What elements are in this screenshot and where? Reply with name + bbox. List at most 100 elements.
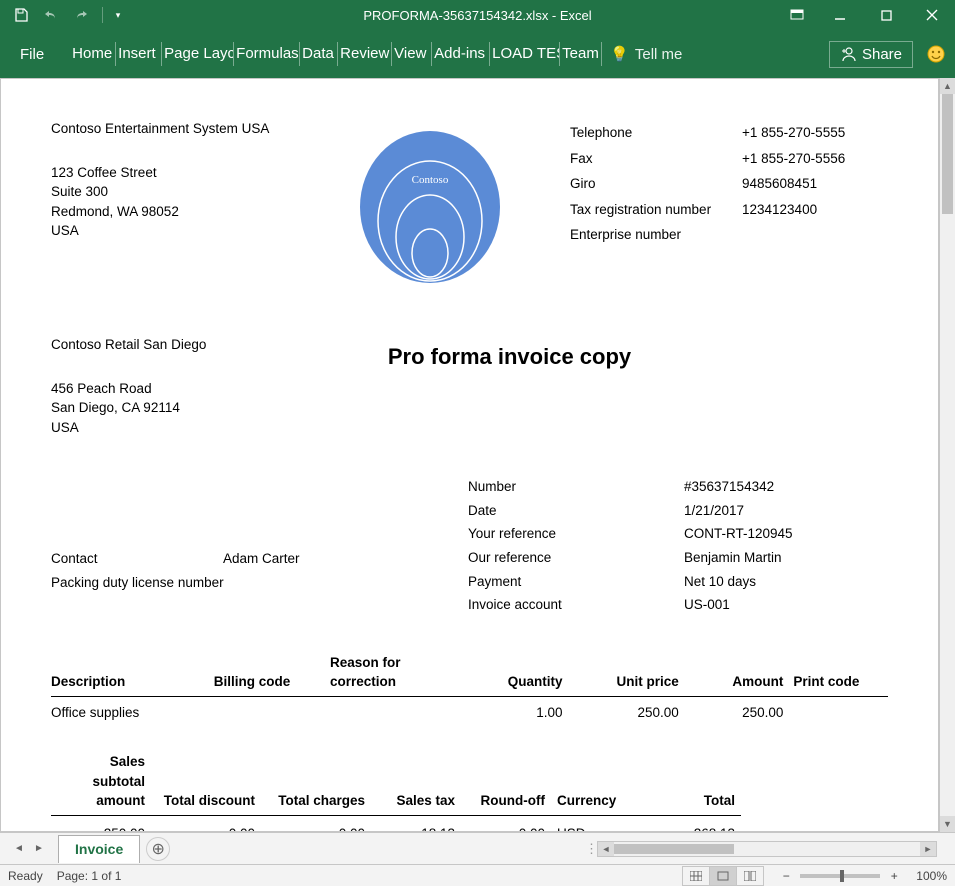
status-page: Page: 1 of 1 bbox=[57, 869, 122, 883]
window-controls bbox=[777, 0, 955, 30]
minimize-button[interactable] bbox=[817, 0, 863, 30]
tab-team[interactable]: Team bbox=[560, 42, 602, 66]
page-break-view-button[interactable] bbox=[736, 866, 764, 886]
td-sales-subtotal: 250.00 bbox=[51, 816, 151, 833]
zoom-controls: − + 100% bbox=[778, 869, 947, 883]
taxreg-label: Tax registration number bbox=[570, 198, 740, 222]
tab-view[interactable]: View bbox=[392, 42, 432, 66]
ourref-value: Benjamin Martin bbox=[684, 548, 782, 568]
th-round-off: Round-off bbox=[461, 750, 551, 815]
scroll-up-button[interactable]: ▲ bbox=[940, 78, 955, 94]
meta-right-block: Number#35637154342 Date1/21/2017 Your re… bbox=[468, 477, 888, 618]
vertical-scrollbar[interactable]: ▲ ▼ bbox=[939, 78, 955, 832]
item-reason bbox=[330, 696, 458, 722]
contact-label: Contact bbox=[51, 549, 223, 569]
payment-value: Net 10 days bbox=[684, 572, 756, 592]
redo-button[interactable] bbox=[68, 2, 94, 28]
sheet-tab-invoice[interactable]: Invoice bbox=[58, 835, 140, 863]
number-value: #35637154342 bbox=[684, 477, 774, 497]
company-country: USA bbox=[51, 221, 291, 241]
sheet-nav-prev[interactable]: ◄ bbox=[10, 840, 28, 858]
contact-value: Adam Carter bbox=[223, 549, 300, 569]
tab-formulas[interactable]: Formulas bbox=[234, 42, 300, 66]
zoom-out-button[interactable]: − bbox=[778, 869, 794, 883]
tab-insert[interactable]: Insert bbox=[116, 42, 162, 66]
hscroll-thumb[interactable] bbox=[614, 844, 734, 854]
feedback-smiley-icon[interactable] bbox=[923, 41, 949, 67]
sheet-nav-next[interactable]: ► bbox=[30, 840, 48, 858]
scroll-down-button[interactable]: ▼ bbox=[940, 816, 955, 832]
new-sheet-button[interactable]: ⊕ bbox=[146, 837, 170, 861]
totals-row: 250.00 0.00 0.00 18.13 0.00 USD 268.13 bbox=[51, 816, 741, 833]
payment-label: Payment bbox=[468, 572, 684, 592]
telephone-label: Telephone bbox=[570, 121, 740, 145]
scroll-right-button[interactable]: ► bbox=[920, 842, 936, 856]
ribbon-tabs: Home Insert Page Layc Formulas Data Revi… bbox=[66, 30, 602, 78]
th-sales-subtotal: Sales subtotal amount bbox=[51, 750, 151, 815]
telephone-value: +1 855-270-5555 bbox=[742, 121, 886, 145]
col-reason: Reason for correction bbox=[330, 653, 458, 697]
tab-page-layout[interactable]: Page Layc bbox=[162, 42, 234, 66]
fax-value: +1 855-270-5556 bbox=[742, 147, 886, 171]
contact-block: Telephone+1 855-270-5555 Fax+1 855-270-5… bbox=[568, 119, 888, 289]
zoom-level[interactable]: 100% bbox=[916, 869, 947, 883]
table-row: Office supplies 1.00 250.00 250.00 bbox=[51, 696, 888, 722]
company-city-state-zip: Redmond, WA 98052 bbox=[51, 202, 291, 222]
th-currency: Currency bbox=[551, 750, 631, 815]
item-amount: 250.00 bbox=[679, 696, 784, 722]
col-quantity: Quantity bbox=[458, 653, 563, 697]
sheet-area[interactable]: Contoso Entertainment System USA 123 Cof… bbox=[0, 78, 939, 832]
quick-access-toolbar: ▾ bbox=[0, 2, 125, 28]
zoom-slider[interactable] bbox=[800, 874, 880, 878]
page-layout-view-button[interactable] bbox=[709, 866, 737, 886]
view-buttons bbox=[683, 866, 764, 886]
td-sales-tax: 18.13 bbox=[371, 816, 461, 833]
vscroll-track[interactable] bbox=[940, 94, 955, 816]
taxreg-value: 1234123400 bbox=[742, 198, 886, 222]
meta-left-block: ContactAdam Carter Packing duty license … bbox=[51, 549, 431, 618]
tab-home[interactable]: Home bbox=[66, 42, 116, 66]
enterprise-label: Enterprise number bbox=[570, 223, 740, 247]
th-sales-tax: Sales tax bbox=[371, 750, 461, 815]
fax-label: Fax bbox=[570, 147, 740, 171]
logo-block: Contoso bbox=[330, 119, 530, 289]
file-tab[interactable]: File bbox=[6, 40, 58, 69]
number-label: Number bbox=[468, 477, 684, 497]
td-round-off: 0.00 bbox=[461, 816, 551, 833]
packing-label: Packing duty license number bbox=[51, 573, 311, 593]
hscroll-track[interactable] bbox=[614, 842, 920, 856]
share-button[interactable]: Share bbox=[829, 41, 913, 68]
vscroll-thumb[interactable] bbox=[942, 94, 953, 214]
tell-me-search[interactable]: 💡 Tell me bbox=[602, 45, 682, 63]
tab-review[interactable]: Review bbox=[338, 42, 392, 66]
tab-load-test[interactable]: LOAD TES bbox=[490, 42, 560, 66]
maximize-button[interactable] bbox=[863, 0, 909, 30]
close-button[interactable] bbox=[909, 0, 955, 30]
tab-splitter[interactable]: ⋮ bbox=[585, 841, 597, 857]
status-bar: Ready Page: 1 of 1 − + 100% bbox=[0, 864, 955, 886]
th-total: Total bbox=[631, 750, 741, 815]
ourref-label: Our reference bbox=[468, 548, 684, 568]
col-description: Description bbox=[51, 653, 214, 697]
scroll-left-button[interactable]: ◄ bbox=[598, 842, 614, 856]
horizontal-scrollbar[interactable]: ◄ ► bbox=[597, 841, 937, 857]
ribbon: File Home Insert Page Layc Formulas Data… bbox=[0, 30, 955, 78]
logo-text: Contoso bbox=[411, 174, 448, 186]
contoso-logo: Contoso bbox=[350, 129, 510, 289]
undo-button[interactable] bbox=[38, 2, 64, 28]
sheet-tabs-bar: ◄ ► Invoice ⊕ ⋮ ◄ ► bbox=[0, 832, 955, 864]
title-bar: ▾ PROFORMA-35637154342.xlsx - Excel bbox=[0, 0, 955, 30]
normal-view-button[interactable] bbox=[682, 866, 710, 886]
yourref-value: CONT-RT-120945 bbox=[684, 524, 793, 544]
customize-qat-button[interactable]: ▾ bbox=[111, 2, 125, 28]
tab-data[interactable]: Data bbox=[300, 42, 338, 66]
ribbon-display-options-button[interactable] bbox=[777, 0, 817, 30]
company-address-2: Suite 300 bbox=[51, 182, 291, 202]
save-button[interactable] bbox=[8, 2, 34, 28]
td-currency: USD bbox=[551, 816, 631, 833]
item-unit-price: 250.00 bbox=[563, 696, 679, 722]
invoiceacct-value: US-001 bbox=[684, 595, 730, 615]
date-value: 1/21/2017 bbox=[684, 501, 744, 521]
zoom-in-button[interactable]: + bbox=[886, 869, 902, 883]
tab-addins[interactable]: Add-ins bbox=[432, 42, 490, 66]
